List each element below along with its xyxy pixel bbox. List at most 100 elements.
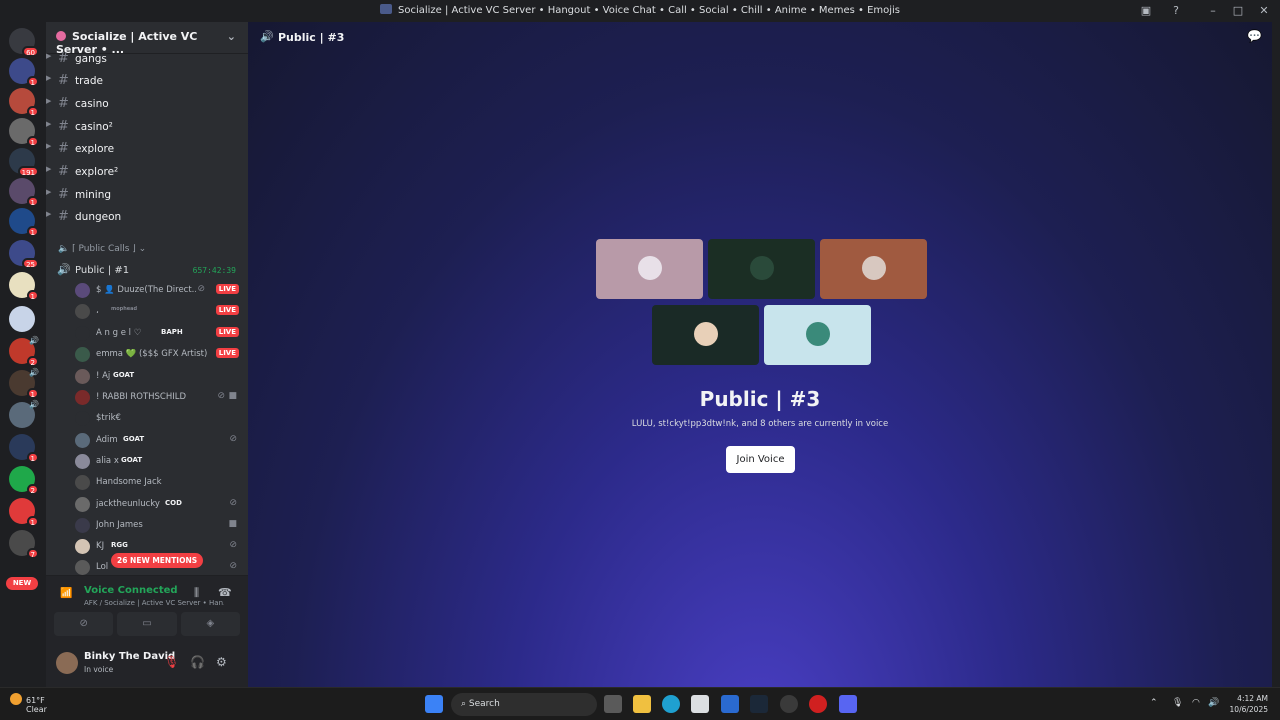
voice-user-name: ، — [96, 306, 99, 316]
channel-item[interactable]: ▶ # mining — [46, 186, 248, 206]
avatar — [75, 304, 90, 319]
task-view-icon[interactable] — [604, 695, 622, 713]
server-icon[interactable]: 2 — [9, 466, 39, 495]
app-icon[interactable] — [691, 695, 709, 713]
mic-muted-icon[interactable]: 🎙 — [164, 655, 179, 669]
participant-tile[interactable] — [708, 239, 815, 299]
voice-user[interactable]: A n g e l ♡ BAPH LIVE — [75, 323, 245, 343]
channel-item[interactable]: ▶ # casino — [46, 95, 248, 115]
new-mentions-pill[interactable]: 26 NEW MENTIONS — [111, 553, 204, 568]
server-icon[interactable]: 191 — [9, 148, 39, 177]
voice-user[interactable]: $ 👤 Duuze(The Direct... ⊘ LIVE — [75, 280, 245, 300]
voice-user[interactable]: ، mophead LIVE — [75, 301, 245, 321]
avatar — [694, 322, 718, 346]
notepad-icon[interactable] — [721, 695, 739, 713]
gear-icon[interactable]: ⚙ — [216, 655, 227, 669]
server-icon[interactable]: 1 — [9, 498, 39, 527]
channel-item[interactable]: ▶ # trade — [46, 72, 248, 92]
avatar[interactable] — [56, 652, 78, 674]
voice-category-header[interactable]: 🔈 ⌈ Public Calls ⌋ ⌄ — [58, 244, 146, 254]
voice-channel-item[interactable]: 🔊 Public | #1 657:42:39 — [46, 262, 248, 280]
avatar — [75, 518, 90, 533]
server-icon[interactable]: 1 — [9, 272, 39, 301]
activity-button[interactable]: ◈ — [180, 612, 240, 636]
participant-tile[interactable] — [596, 239, 703, 299]
voice-user[interactable]: alia x GOAT — [75, 451, 245, 471]
channel-item[interactable]: ▶ # dungeon — [46, 208, 248, 228]
help-icon[interactable]: ? — [1168, 3, 1184, 19]
voice-user-name: $ 👤 Duuze(The Direct... — [96, 285, 196, 295]
server-icon[interactable]: 🔊 1 — [9, 368, 39, 399]
expand-arrow-icon: ▶ — [46, 74, 52, 82]
channel-item[interactable]: ▶ # explore — [46, 140, 248, 160]
chat-bubble-icon[interactable]: 💬 — [1247, 29, 1262, 43]
voice-path[interactable]: AFK / Socialize | Active VC Server • Han… — [84, 599, 224, 607]
channel-header: 🔊 Public | #3 💬 — [248, 22, 1272, 54]
discord-icon[interactable] — [839, 695, 857, 713]
server-icon[interactable]: 🔊 2 — [9, 336, 39, 367]
channel-item[interactable]: ▶ # explore² — [46, 163, 248, 183]
voice-user[interactable]: $trik€ — [75, 408, 245, 428]
server-icon[interactable]: 1 — [9, 178, 39, 207]
hash-icon: # — [58, 141, 69, 156]
channel-item[interactable]: ▶ # casino² — [46, 118, 248, 138]
minimize-button[interactable]: – — [1205, 3, 1221, 19]
channel-item[interactable]: ▶ # gangs — [46, 50, 248, 70]
username[interactable]: Binky The David — [84, 651, 175, 662]
voice-user[interactable]: ! RABBI ROTHSCHILD ⊘ ■ — [75, 387, 245, 407]
server-icon[interactable]: 1 — [9, 118, 39, 147]
voice-status[interactable]: Voice Connected — [84, 585, 178, 596]
steam-icon[interactable] — [750, 695, 768, 713]
headphones-icon[interactable]: 🎧 — [190, 655, 205, 669]
windows-start-icon[interactable] — [425, 695, 443, 713]
server-icon[interactable]: 25 — [9, 240, 39, 269]
server-icon[interactable]: 7 — [9, 530, 39, 559]
maximize-button[interactable]: □ — [1230, 3, 1246, 19]
close-button[interactable]: ✕ — [1256, 3, 1272, 19]
participant-tile[interactable] — [652, 305, 759, 365]
microphone-icon[interactable]: 🎙 — [1172, 698, 1183, 708]
voice-user-name: Handsome Jack — [96, 477, 162, 487]
screen-share-button[interactable]: ▭ — [117, 612, 177, 636]
chevron-up-icon[interactable]: ⌃ — [1150, 698, 1158, 708]
weather-widget[interactable]: 61°F Clear — [10, 693, 47, 714]
disconnect-icon[interactable]: ☎ — [218, 586, 232, 599]
noise-suppression-icon[interactable]: ⫼ — [194, 586, 199, 600]
join-voice-button[interactable]: Join Voice — [726, 446, 795, 473]
server-icon[interactable] — [9, 306, 35, 332]
file-explorer-icon[interactable] — [633, 695, 651, 713]
screen-share-icon[interactable]: ▣ — [1138, 3, 1154, 19]
voice-user[interactable]: jacktheunlucky COD ⊘ — [75, 494, 245, 514]
new-servers-pill[interactable]: NEW — [6, 577, 38, 590]
participant-tile[interactable] — [764, 305, 871, 365]
participant-tile[interactable] — [820, 239, 927, 299]
server-icon[interactable]: 🔊 — [9, 400, 39, 428]
voice-user[interactable]: Handsome Jack — [75, 472, 245, 492]
user-tag: GOAT — [121, 456, 143, 464]
server-icon[interactable]: 1 — [9, 434, 39, 463]
avatar — [750, 256, 774, 280]
voice-user[interactable]: ! Aj GOAT — [75, 366, 245, 386]
camera-off-button[interactable]: ⊘ — [54, 612, 114, 636]
taskbar-search[interactable]: ⌕ Search — [451, 693, 597, 716]
opera-icon[interactable] — [809, 695, 827, 713]
voice-timer: 657:42:39 — [192, 266, 236, 275]
live-badge: LIVE — [215, 284, 239, 294]
voice-user[interactable]: Adim GOAT ⊘ — [75, 430, 245, 450]
signal-icon[interactable]: 📶 — [60, 588, 72, 600]
system-clock[interactable]: 4:12 AM 10/6/2025 — [1230, 693, 1268, 715]
expand-arrow-icon: ▶ — [46, 165, 52, 173]
server-icon[interactable]: 1 — [9, 58, 39, 87]
app-icon[interactable] — [780, 695, 798, 713]
voice-user[interactable]: John James ■ — [75, 515, 245, 535]
server-icon[interactable]: 1 — [9, 88, 39, 117]
voice-user[interactable]: emma 💚 ($$$ GFX Artist) LIVE — [75, 344, 245, 364]
edge-browser-icon[interactable] — [662, 695, 680, 713]
server-icon[interactable]: 1 — [9, 208, 39, 237]
direct-messages-icon[interactable]: 60 — [9, 28, 39, 57]
user-tag: RGG — [111, 541, 128, 549]
wifi-icon[interactable]: ◠ — [1192, 698, 1200, 708]
expand-arrow-icon: ▶ — [46, 188, 52, 196]
volume-icon[interactable]: 🔊 — [1208, 698, 1219, 708]
voice-user-name: Adim — [96, 435, 118, 445]
